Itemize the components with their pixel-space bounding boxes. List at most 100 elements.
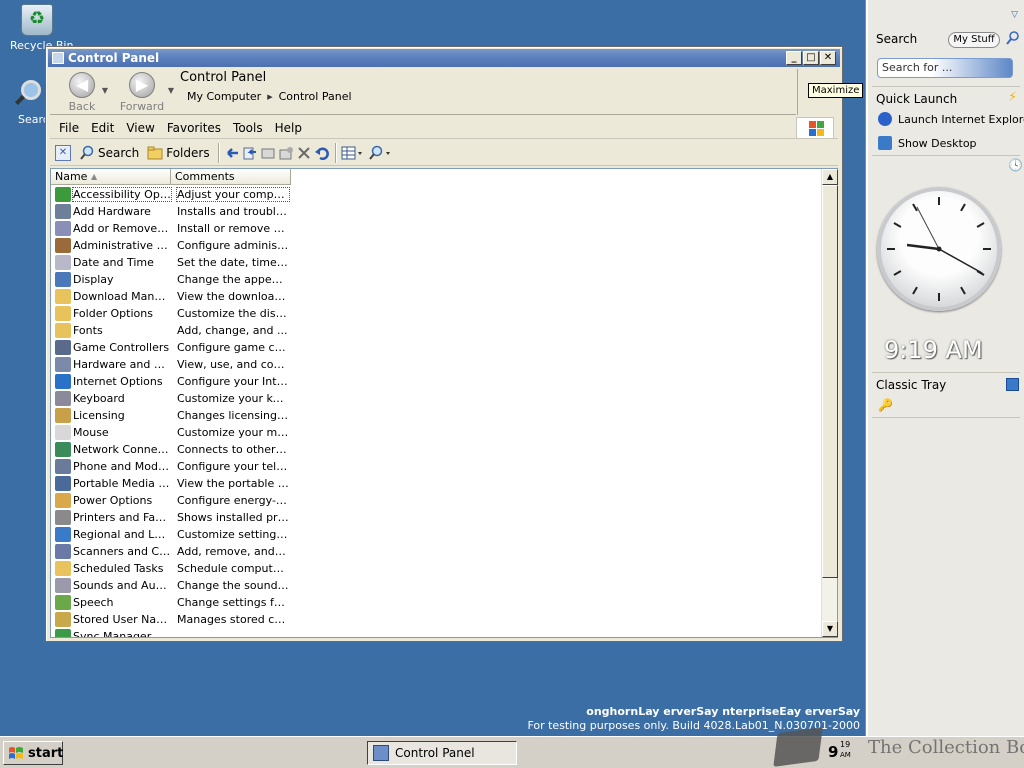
control-panel-item-icon: [55, 306, 71, 321]
control-panel-item-icon: [55, 221, 71, 236]
table-row[interactable]: Display Change the appear...: [51, 271, 823, 288]
classic-tray-icon[interactable]: [1006, 378, 1019, 391]
table-row[interactable]: Power Options Configure energy-s...: [51, 492, 823, 509]
clock-tick: [912, 286, 918, 295]
crumb-control-panel[interactable]: Control Panel: [279, 90, 352, 103]
table-row[interactable]: Add Hardware Installs and trouble...: [51, 203, 823, 220]
taskbar-item-control-panel[interactable]: Control Panel: [367, 741, 517, 765]
row-name: Network Connect...: [73, 443, 171, 456]
title-bar[interactable]: Control Panel _ □ ✕: [48, 49, 840, 67]
menu-tools[interactable]: Tools: [227, 121, 269, 135]
close-button[interactable]: ✕: [820, 51, 836, 65]
file-list-view[interactable]: Name ▲ Comments Accessibility Opti... Adj…: [50, 168, 838, 638]
menu-favorites[interactable]: Favorites: [161, 121, 227, 135]
row-name: Keyboard: [73, 392, 125, 405]
tray-clock-minute: 19: [840, 740, 851, 749]
vertical-scrollbar[interactable]: ▲ ▼: [821, 169, 838, 637]
table-row[interactable]: Administrative Tools Configure administr.…: [51, 237, 823, 254]
move-to-icon[interactable]: [224, 145, 240, 161]
table-row[interactable]: Regional and Lan... Customize settings ..…: [51, 526, 823, 543]
book-logo-icon: [773, 727, 823, 767]
analog-clock: [877, 187, 1001, 311]
table-row[interactable]: Network Connect... Connects to other c...: [51, 441, 823, 458]
table-row[interactable]: Keyboard Customize your key...: [51, 390, 823, 407]
minute-hand: [938, 248, 983, 274]
maximize-button[interactable]: □: [803, 51, 819, 65]
table-row[interactable]: Speech Change settings for...: [51, 594, 823, 611]
table-row[interactable]: Phone and Mode... Configure your tele...: [51, 458, 823, 475]
back-button[interactable]: ◀ Back ▼: [56, 72, 108, 113]
column-header-comments[interactable]: Comments: [171, 169, 291, 185]
scroll-down-button[interactable]: ▼: [822, 621, 838, 637]
table-row[interactable]: Scheduled Tasks Schedule computer ...: [51, 560, 823, 577]
back-dropdown-icon[interactable]: ▼: [102, 86, 108, 95]
table-row[interactable]: Licensing Changes licensing o...: [51, 407, 823, 424]
paste-icon[interactable]: [278, 145, 294, 161]
table-row[interactable]: Date and Time Set the date, time, ...: [51, 254, 823, 271]
copy-to-icon[interactable]: [242, 145, 258, 161]
row-comment: Adjust your comput...: [176, 187, 290, 202]
taskbar-item-label: Control Panel: [395, 746, 475, 760]
sidebar-search-input[interactable]: Search for ...: [877, 58, 1013, 78]
close-pane-button[interactable]: ✕: [52, 143, 74, 163]
sidebar-menu-chevron-icon[interactable]: ▽: [1011, 10, 1018, 20]
control-panel-item-icon: [55, 493, 71, 508]
table-row[interactable]: Scanners and Ca... Add, remove, and c...: [51, 543, 823, 560]
folders-button[interactable]: Folders: [144, 143, 212, 163]
table-row[interactable]: Printers and Faxes Shows installed prin..…: [51, 509, 823, 526]
recycle-bin-glyph-icon: [21, 4, 53, 36]
minimize-button[interactable]: _: [786, 51, 802, 65]
list-header: Name ▲ Comments: [51, 169, 291, 185]
cut-icon[interactable]: [260, 145, 276, 161]
table-row[interactable]: Game Controllers Configure game con...: [51, 339, 823, 356]
menu-view[interactable]: View: [120, 121, 160, 135]
scroll-up-button[interactable]: ▲: [822, 169, 838, 185]
table-row[interactable]: Fonts Add, change, and ...: [51, 322, 823, 339]
windows-sidebar: ▽ Search My Stuff Search for ... Quick L…: [866, 0, 1024, 736]
forward-dropdown-icon[interactable]: ▼: [168, 86, 174, 95]
forward-button[interactable]: ▶ Forward ▼: [116, 72, 174, 113]
recycle-bin-icon[interactable]: Recycle Bin: [2, 4, 73, 52]
sidebar-search-title: Search: [876, 32, 918, 46]
row-comment: Configure energy-s...: [177, 494, 289, 507]
row-name: Sync Manager: [73, 630, 152, 637]
delete-icon[interactable]: [296, 145, 312, 161]
menu-edit[interactable]: Edit: [85, 121, 120, 135]
table-row[interactable]: Internet Options Configure your Inte...: [51, 373, 823, 390]
table-row[interactable]: Download Manager View the downloads...: [51, 288, 823, 305]
scroll-thumb[interactable]: [822, 185, 838, 578]
my-stuff-button[interactable]: My Stuff: [948, 32, 1000, 48]
row-name: Licensing: [73, 409, 125, 422]
start-button[interactable]: start: [3, 741, 63, 765]
table-row[interactable]: Mouse Customize your mo...: [51, 424, 823, 441]
search-button[interactable]: Search: [76, 143, 142, 163]
table-row[interactable]: Add or Remove P... Install or remove pr..…: [51, 220, 823, 237]
table-row[interactable]: Portable Media D... View the portable m..…: [51, 475, 823, 492]
menu-help[interactable]: Help: [269, 121, 308, 135]
column-header-name[interactable]: Name ▲: [51, 169, 171, 185]
find-options-icon[interactable]: [367, 145, 393, 161]
second-hand: [916, 206, 940, 250]
table-row[interactable]: Sync Manager: [51, 628, 823, 637]
sidebar-divider: [872, 86, 1020, 87]
table-row[interactable]: Sounds and Audi... Change the sound s...: [51, 577, 823, 594]
table-row[interactable]: Hardware and De... View, use, and conf...: [51, 356, 823, 373]
table-row[interactable]: Folder Options Customize the displ...: [51, 305, 823, 322]
table-row[interactable]: Accessibility Opti... Adjust your comput.…: [51, 186, 823, 203]
crumb-my-computer[interactable]: My Computer: [187, 90, 261, 103]
views-icon[interactable]: [341, 145, 365, 161]
tray-keys-icon[interactable]: 🔑: [878, 398, 893, 412]
menu-file[interactable]: File: [53, 121, 85, 135]
sidebar-search-icon[interactable]: [1006, 30, 1020, 49]
table-row[interactable]: Stored User Nam... Manages stored cre...: [51, 611, 823, 628]
undo-icon[interactable]: [314, 145, 330, 161]
quick-launch-show-desktop[interactable]: Show Desktop: [878, 136, 977, 150]
tray-clock-hour[interactable]: 9: [828, 743, 838, 761]
clock-options-icon[interactable]: 🕓: [1008, 158, 1023, 172]
lightning-icon: ⚡: [1008, 90, 1018, 105]
row-comment: Shows installed prin...: [177, 511, 289, 524]
taskbar: start Control Panel The Collection Book …: [0, 727, 1024, 768]
row-comment: View, use, and conf...: [177, 358, 289, 371]
quick-launch-ie[interactable]: Launch Internet Explorer: [878, 112, 1024, 126]
row-comment: Configure administr...: [177, 239, 289, 252]
